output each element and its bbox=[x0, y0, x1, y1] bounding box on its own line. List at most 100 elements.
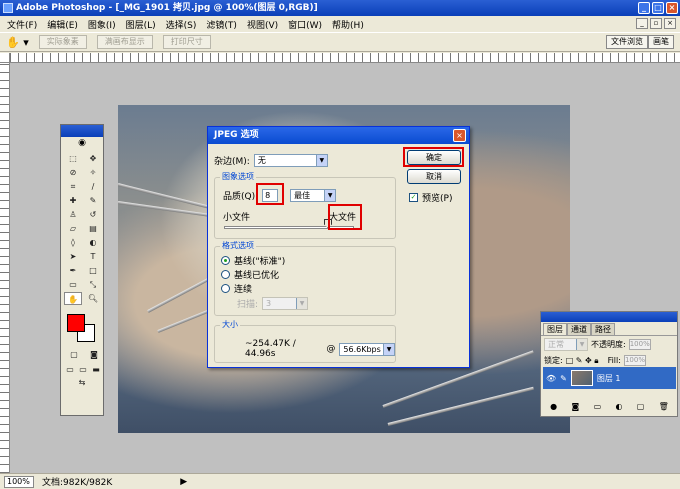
menu-window[interactable]: 窗口(W) bbox=[283, 18, 327, 31]
minimize-button[interactable]: _ bbox=[638, 2, 650, 14]
marquee-tool-icon[interactable]: ⬚ bbox=[64, 152, 82, 165]
screen-mode-menubar-icon[interactable]: ▭ bbox=[77, 363, 89, 376]
format-options-label: 格式选项 bbox=[220, 240, 256, 251]
matte-label: 杂边(M): bbox=[214, 157, 250, 167]
at-label: @ bbox=[326, 344, 336, 354]
screen-mode-standard-icon[interactable]: ▭ bbox=[64, 363, 76, 376]
close-button[interactable]: × bbox=[666, 2, 678, 14]
doc-close-button[interactable]: × bbox=[664, 18, 676, 29]
new-layer-icon[interactable]: ▢ bbox=[637, 402, 645, 414]
notes-tool-icon[interactable]: ▭ bbox=[64, 278, 82, 291]
layers-tab[interactable]: 图层 bbox=[543, 323, 567, 335]
slice-tool-icon[interactable]: ∕ bbox=[84, 180, 102, 193]
menu-select[interactable]: 选择(S) bbox=[161, 18, 202, 31]
vertical-ruler[interactable] bbox=[0, 53, 10, 473]
doc-restore-button[interactable]: ▫ bbox=[650, 18, 662, 29]
add-mask-icon[interactable]: ◙ bbox=[571, 402, 579, 414]
matte-select[interactable]: 无 ▼ bbox=[253, 154, 328, 167]
hand-tool-icon[interactable]: ✋ ▾ bbox=[6, 36, 29, 49]
ruler-origin[interactable] bbox=[0, 53, 10, 63]
options-bar: ✋ ▾ 实际象素 满画布显示 打印尺寸 文件浏览 画笔 bbox=[0, 32, 680, 52]
blend-mode-select[interactable]: 正常 ▼ bbox=[544, 338, 588, 351]
layer-row[interactable]: 👁︎ ✎ 图层 1 bbox=[543, 367, 676, 389]
blur-tool-icon[interactable]: ◊ bbox=[64, 236, 82, 249]
maximize-button[interactable]: □ bbox=[652, 2, 664, 14]
shape-tool-icon[interactable]: □ bbox=[84, 264, 102, 277]
type-tool-icon[interactable]: T bbox=[84, 250, 102, 263]
delete-layer-icon[interactable]: 🗑︎ bbox=[659, 402, 669, 414]
lasso-tool-icon[interactable]: ⊘ bbox=[64, 166, 82, 179]
brush-tool-icon[interactable]: ✎ bbox=[84, 194, 102, 207]
brushes-tab[interactable]: 画笔 bbox=[648, 35, 674, 49]
menu-filter[interactable]: 滤镜(T) bbox=[201, 18, 242, 31]
eraser-tool-icon[interactable]: ▱ bbox=[64, 222, 82, 235]
scans-label: 扫描: bbox=[237, 300, 259, 310]
eyedropper-tool-icon[interactable]: ⤡ bbox=[84, 278, 102, 291]
toolbox-header[interactable] bbox=[61, 125, 103, 137]
preview-checkbox[interactable]: ✓ bbox=[409, 193, 418, 202]
title-bar: Adobe Photoshop - [_MG_1901 拷贝.jpg @ 100… bbox=[0, 0, 680, 16]
magic-wand-tool-icon[interactable]: ✧ bbox=[84, 166, 102, 179]
file-browser-tab[interactable]: 文件浏览 bbox=[606, 35, 648, 49]
dodge-tool-icon[interactable]: ◐ bbox=[84, 236, 102, 249]
path-selection-tool-icon[interactable]: ➤ bbox=[64, 250, 82, 263]
status-menu-arrow-icon[interactable]: ▶ bbox=[180, 477, 187, 487]
lock-icons[interactable]: □ ✎ ✥ 🔒︎ bbox=[566, 356, 599, 366]
progressive-radio[interactable] bbox=[221, 284, 230, 293]
menu-image[interactable]: 图象(I) bbox=[83, 18, 121, 31]
color-swatches bbox=[61, 312, 103, 344]
fit-on-screen-button[interactable]: 满画布显示 bbox=[96, 35, 153, 49]
forceps-instrument bbox=[387, 386, 534, 426]
gradient-tool-icon[interactable]: ▤ bbox=[84, 222, 102, 235]
lock-label: 锁定: bbox=[544, 356, 563, 365]
baseline-optimized-radio[interactable] bbox=[221, 270, 230, 279]
opacity-input[interactable]: 100% bbox=[628, 339, 651, 350]
quick-mask-icon[interactable]: ◙ bbox=[85, 348, 103, 361]
jump-to-imageready-icon[interactable]: ⇆ bbox=[64, 376, 100, 389]
layers-palette: 图层 通道 路径 正常 ▼ 不透明度: 100% 锁定: □ ✎ ✥ 🔒︎ Fi… bbox=[540, 311, 678, 417]
menu-edit[interactable]: 编辑(E) bbox=[42, 18, 83, 31]
eye-icon[interactable]: 👁︎ bbox=[546, 374, 556, 383]
ok-button[interactable]: 确定 bbox=[407, 150, 461, 165]
foreground-color-swatch[interactable] bbox=[67, 314, 85, 332]
fill-input[interactable]: 100% bbox=[623, 355, 646, 366]
photoshop-logo-icon[interactable]: ◉ bbox=[61, 137, 103, 149]
quality-preset-select[interactable]: 最佳 ▼ bbox=[290, 189, 337, 202]
layers-palette-header[interactable] bbox=[541, 312, 677, 322]
screen-mode-full-icon[interactable]: ▬ bbox=[90, 363, 102, 376]
move-tool-icon[interactable]: ✥ bbox=[84, 152, 102, 165]
crop-tool-icon[interactable]: ⌗ bbox=[64, 180, 82, 193]
channels-tab[interactable]: 通道 bbox=[567, 323, 591, 335]
menu-layer[interactable]: 图层(L) bbox=[121, 18, 161, 31]
layer-style-icon[interactable]: ● bbox=[550, 402, 557, 414]
pen-tool-icon[interactable]: ✒ bbox=[64, 264, 82, 277]
zoom-field[interactable]: 100% bbox=[4, 475, 34, 488]
scans-select[interactable]: 3 ▼ bbox=[262, 297, 309, 310]
history-brush-tool-icon[interactable]: ↺ bbox=[84, 208, 102, 221]
preview-label: 预览(P) bbox=[422, 194, 453, 204]
standard-mode-icon[interactable]: ▢ bbox=[65, 348, 83, 361]
hand-tool-icon[interactable]: ✋ bbox=[64, 292, 82, 305]
zoom-tool-icon[interactable]: 🔍︎ bbox=[84, 292, 102, 305]
doc-minimize-button[interactable]: _ bbox=[636, 18, 648, 29]
healing-brush-tool-icon[interactable]: ✚ bbox=[64, 194, 82, 207]
toolbox: ◉ ⬚ ✥ ⊘ ✧ ⌗ ∕ ✚ ✎ ♙ ↺ ▱ ▤ ◊ ◐ ➤ T ✒ □ ▭ … bbox=[60, 124, 104, 416]
adjustment-layer-icon[interactable]: ◐ bbox=[615, 402, 622, 414]
actual-pixels-button[interactable]: 实际象素 bbox=[38, 35, 87, 49]
baseline-optimized-label: 基线已优化 bbox=[234, 271, 280, 281]
dialog-close-button[interactable]: × bbox=[453, 129, 466, 142]
cancel-button[interactable]: 取消 bbox=[407, 169, 461, 184]
image-options-group: 图象选项 品质(Q): 8 最佳 ▼ 小文件 大文件 bbox=[214, 171, 396, 239]
new-set-icon[interactable]: ▭ bbox=[594, 402, 602, 414]
layer-name: 图层 1 bbox=[596, 373, 621, 383]
print-size-button[interactable]: 打印尺寸 bbox=[162, 35, 211, 49]
menu-view[interactable]: 视图(V) bbox=[242, 18, 283, 31]
clone-stamp-tool-icon[interactable]: ♙ bbox=[64, 208, 82, 221]
menu-help[interactable]: 帮助(H) bbox=[327, 18, 369, 31]
baseline-standard-radio[interactable] bbox=[221, 256, 230, 265]
menu-file[interactable]: 文件(F) bbox=[2, 18, 42, 31]
horizontal-ruler[interactable] bbox=[10, 53, 680, 63]
paths-tab[interactable]: 路径 bbox=[591, 323, 615, 335]
chevron-down-icon: ▼ bbox=[576, 339, 587, 350]
download-speed-select[interactable]: 56.6Kbps ▼ bbox=[339, 342, 395, 356]
